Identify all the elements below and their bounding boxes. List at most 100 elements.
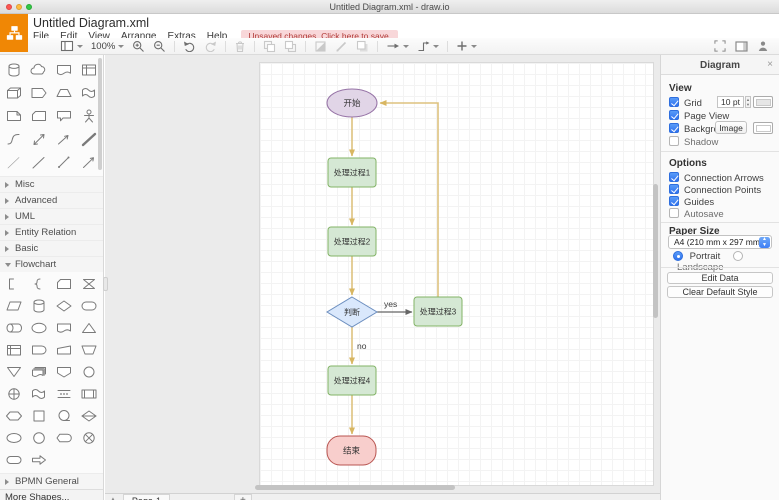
shape-document[interactable]	[51, 317, 76, 339]
connection-arrows-checkbox[interactable]	[669, 172, 679, 182]
page-view-checkbox[interactable]	[669, 110, 679, 120]
grid-size-input[interactable]: 10 pt	[717, 96, 744, 108]
drawing-page[interactable]	[259, 62, 654, 486]
zoom-out-button[interactable]	[153, 39, 166, 54]
insert-dropdown[interactable]	[456, 39, 477, 54]
shape-dashed-line[interactable]	[1, 150, 26, 173]
fill-color-button[interactable]	[314, 39, 327, 54]
shape-internal-storage[interactable]	[1, 339, 26, 361]
sidebar-collapse-handle[interactable]	[103, 277, 108, 291]
shape-actor[interactable]	[76, 104, 101, 127]
shape-stored-data[interactable]	[1, 427, 26, 449]
page-view-button[interactable]	[60, 39, 83, 54]
shape-note[interactable]	[1, 104, 26, 127]
canvas-horizontal-scrollbar[interactable]	[255, 485, 455, 490]
shape-line[interactable]	[26, 150, 51, 173]
landscape-radio[interactable]	[733, 251, 743, 261]
diagram-canvas[interactable]: yes no 开始 处理过程1 处理过程2 判断 处理过程3 处理过程4	[105, 55, 660, 493]
shape-bidirectional-arrow[interactable]	[26, 127, 51, 150]
shape-terminator-stadium[interactable]	[1, 449, 26, 471]
shadow-button[interactable]	[356, 39, 369, 54]
sidebar-section-uml[interactable]: UML	[0, 208, 103, 224]
shape-extract[interactable]	[76, 317, 101, 339]
edit-data-button[interactable]: Edit Data	[667, 272, 773, 284]
share-user-icon[interactable]	[757, 40, 769, 52]
background-checkbox[interactable]	[669, 123, 679, 133]
sidebar-section-basic[interactable]: Basic	[0, 240, 103, 256]
shape-curve[interactable]	[1, 127, 26, 150]
shape-cloud[interactable]	[26, 58, 51, 81]
portrait-radio[interactable]	[673, 251, 683, 261]
shape-bracket[interactable]	[1, 273, 26, 295]
background-color-swatch[interactable]	[753, 122, 773, 134]
shape-ellipse[interactable]	[26, 317, 51, 339]
zoom-in-button[interactable]	[132, 39, 145, 54]
shape-trapezoid[interactable]	[51, 81, 76, 104]
sidebar-section-entity-relation[interactable]: Entity Relation	[0, 224, 103, 240]
shape-direct-access[interactable]	[1, 317, 26, 339]
sidebar-section-flowchart[interactable]: Flowchart	[0, 256, 103, 272]
arrow-style-dropdown[interactable]	[386, 39, 409, 54]
more-shapes-button[interactable]: More Shapes...	[0, 489, 103, 500]
shape-cube[interactable]	[1, 81, 26, 104]
grid-size-stepper[interactable]: ▲▼	[745, 96, 751, 108]
to-back-button[interactable]	[284, 39, 297, 54]
shape-dotted-link[interactable]	[51, 150, 76, 173]
page-tab[interactable]: Page-1	[123, 494, 170, 500]
close-icon[interactable]: ×	[767, 59, 773, 70]
shape-preparation[interactable]	[1, 405, 26, 427]
sidebar-section-misc[interactable]: Misc	[0, 176, 103, 192]
shape-sequential-access[interactable]	[51, 405, 76, 427]
sidebar-section-advanced[interactable]: Advanced	[0, 192, 103, 208]
delete-button[interactable]	[234, 39, 246, 54]
shape-tape[interactable]	[76, 81, 101, 104]
sidebar-section-bpmn-general[interactable]: BPMN General	[0, 473, 103, 489]
clear-default-style-button[interactable]: Clear Default Style	[667, 286, 773, 298]
shape-punched-tape[interactable]	[26, 383, 51, 405]
shape-arrow[interactable]	[51, 127, 76, 150]
connection-points-checkbox[interactable]	[669, 184, 679, 194]
fullscreen-icon[interactable]	[714, 40, 726, 52]
shape-multi-document[interactable]	[26, 361, 51, 383]
redo-button[interactable]	[204, 39, 217, 54]
shape-parallel-mode[interactable]	[51, 383, 76, 405]
shape-directional-arrow[interactable]	[76, 150, 101, 173]
autosave-checkbox[interactable]	[669, 208, 679, 218]
shape-terminator[interactable]	[76, 295, 101, 317]
shape-database[interactable]	[26, 295, 51, 317]
shape-thick-line[interactable]	[76, 127, 101, 150]
shape-arrow-right[interactable]	[26, 449, 51, 471]
background-image-button[interactable]: Image	[715, 121, 747, 134]
shape-manual-operation[interactable]	[76, 339, 101, 361]
shape-sort[interactable]	[76, 405, 101, 427]
zoom-level-dropdown[interactable]: 100%	[91, 39, 124, 54]
tab-diagram[interactable]: Diagram	[661, 60, 779, 71]
pages-icon[interactable]: ▲	[109, 495, 117, 500]
shape-card[interactable]	[51, 273, 76, 295]
shape-card[interactable]	[26, 104, 51, 127]
waypoint-style-dropdown[interactable]	[417, 39, 439, 54]
shape-callout[interactable]	[51, 104, 76, 127]
shape-decision[interactable]	[51, 295, 76, 317]
shape-circle[interactable]	[26, 427, 51, 449]
grid-checkbox[interactable]	[669, 97, 679, 107]
paper-size-select[interactable]: A4 (210 mm x 297 mm) ▲▼	[668, 235, 772, 249]
grid-color-swatch[interactable]	[753, 96, 773, 108]
guides-checkbox[interactable]	[669, 196, 679, 206]
to-front-button[interactable]	[263, 39, 276, 54]
add-page-button[interactable]: +	[234, 494, 252, 500]
shape-internal-storage[interactable]	[76, 58, 101, 81]
shape-or[interactable]	[1, 383, 26, 405]
shape-parallelogram[interactable]	[1, 295, 26, 317]
line-color-button[interactable]	[335, 39, 348, 54]
shape-step[interactable]	[26, 81, 51, 104]
shadow-checkbox[interactable]	[669, 136, 679, 146]
shape-process[interactable]	[26, 405, 51, 427]
shape-delay[interactable]	[26, 339, 51, 361]
shape-summing-junction[interactable]	[76, 427, 101, 449]
shape-display[interactable]	[51, 427, 76, 449]
shape-off-page-connector[interactable]	[51, 361, 76, 383]
shape-brace[interactable]	[26, 273, 51, 295]
shape-cylinder[interactable]	[1, 58, 26, 81]
format-panel-icon[interactable]	[735, 41, 748, 52]
